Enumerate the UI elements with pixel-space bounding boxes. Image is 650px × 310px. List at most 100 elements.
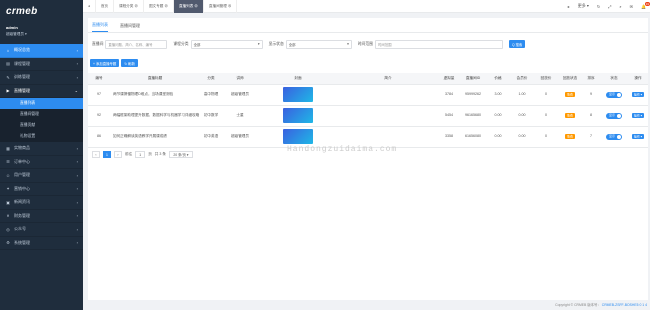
subtab[interactable]: 直播列表 bbox=[92, 22, 108, 32]
fullscreen-icon[interactable]: ⤢ bbox=[604, 4, 615, 9]
search-button[interactable]: Q 搜索 bbox=[508, 40, 526, 48]
tab-prev-arrow[interactable]: ◂ bbox=[83, 0, 96, 13]
chevron-right-icon: › bbox=[76, 213, 78, 219]
refresh-button[interactable]: ↻ 刷新 bbox=[121, 59, 138, 67]
system-icon: ⚙ bbox=[6, 240, 10, 246]
sidebar-item-label: 实物商品 bbox=[14, 145, 30, 151]
add-live-button[interactable]: + 添加直播专题 bbox=[90, 59, 120, 67]
subtab[interactable]: 直播间管理 bbox=[120, 23, 140, 32]
sidebar-subitem[interactable]: 直播列表 bbox=[0, 98, 83, 109]
status-toggle[interactable]: 显示 bbox=[605, 91, 622, 98]
cover-cell bbox=[258, 84, 338, 106]
tab-next-arrow[interactable]: ▸ bbox=[564, 4, 574, 9]
cell-category: 初中数学 bbox=[200, 105, 222, 127]
sidebar-item-system[interactable]: ⚙ 系统管理 › bbox=[0, 237, 83, 250]
cell-price: 3.00 bbox=[486, 84, 510, 106]
sidebar-item-label: 系统管理 bbox=[14, 239, 30, 245]
top-tab[interactable]: 图文专题 ⊗ bbox=[144, 0, 174, 13]
sidebar-item-goods[interactable]: ▦ 实物商品 › bbox=[0, 142, 83, 156]
user-panel[interactable]: admin 超级管理员 ▾ bbox=[0, 22, 83, 44]
room-search-input[interactable]: 直播问题、简介、名称、编号 bbox=[105, 39, 168, 49]
operation-cell: 操作 ▾ bbox=[628, 84, 648, 106]
sidebar-item-user[interactable]: ☺ 用户管理 › bbox=[0, 169, 83, 183]
sidebar-subitem[interactable]: 直播间管理 bbox=[0, 109, 83, 120]
account-icon: ◎ bbox=[6, 226, 10, 232]
top-tab[interactable]: 直播间管理 ⊗ bbox=[204, 0, 238, 13]
operation-dropdown-button[interactable]: 操作 ▾ bbox=[631, 91, 645, 97]
sidebar-item-live[interactable]: ▶ 直播管理 ⌄ bbox=[0, 84, 83, 98]
cover-image bbox=[283, 87, 313, 102]
toggle-knob bbox=[617, 113, 621, 118]
goods-icon: ▦ bbox=[6, 145, 10, 151]
time-range-input[interactable]: 时间范围 bbox=[374, 39, 503, 49]
cell-teacher: 超级管理员 bbox=[222, 84, 258, 106]
replay-status-cell: 免费 bbox=[558, 105, 582, 127]
more-tabs-dropdown[interactable]: 更多 ▾ bbox=[574, 3, 593, 9]
category-select[interactable]: 全部 ▾ bbox=[190, 39, 263, 49]
table-header: 直播间ID bbox=[460, 73, 486, 85]
cell-sort: 8 bbox=[582, 105, 600, 127]
operation-cell: 操作 ▾ bbox=[628, 126, 648, 148]
top-tab[interactable]: 直播列表 ⊗ bbox=[173, 0, 204, 13]
status-toggle[interactable]: 显示 bbox=[605, 112, 622, 119]
refresh-icon[interactable]: ↻ bbox=[593, 4, 604, 9]
page-button[interactable]: 1 bbox=[103, 151, 111, 158]
user-role[interactable]: 超级管理员 ▾ bbox=[6, 32, 77, 37]
top-tab[interactable]: 课程分类 ⊗ bbox=[114, 0, 144, 13]
course-icon: ▤ bbox=[6, 61, 10, 67]
chevron-right-icon: › bbox=[76, 74, 78, 80]
sidebar-item-order[interactable]: ☰ 订单中心 › bbox=[0, 156, 83, 169]
marketing-icon: ✦ bbox=[6, 186, 10, 192]
status-toggle[interactable]: 显示 bbox=[605, 133, 622, 140]
total-count: 共 3 条 bbox=[154, 152, 166, 156]
footer-version-link[interactable]: CRMEB-ZSFF-BOSHE5 0 1 4 bbox=[602, 303, 647, 307]
sidebar-item-finance[interactable]: ¥ 财务管理 › bbox=[0, 210, 83, 223]
table-row: 86 如何正确解读英语教学开展课成绩 初中英语 超级管理员 3358 61656080 0.… bbox=[88, 126, 648, 148]
operation-dropdown-button[interactable]: 操作 ▾ bbox=[631, 112, 645, 118]
chevron-down-icon: ▾ bbox=[347, 42, 349, 46]
sidebar-item-marketing[interactable]: ✦ 营销中心 › bbox=[0, 183, 83, 196]
status-select[interactable]: 全部 ▾ bbox=[285, 39, 352, 49]
main-content: 直播列表 直播间管理 直播间 直播问题、简介、名称、编号 课程分类 全部 ▾ 显示状… bbox=[88, 18, 648, 300]
cell-category: 初中英语 bbox=[200, 126, 222, 148]
search-icon[interactable]: ⌕ bbox=[615, 4, 625, 9]
page-size-select[interactable]: 20 条/页 ▾ bbox=[168, 151, 193, 158]
chevron-right-icon: › bbox=[76, 145, 78, 151]
cell-id: 86 bbox=[88, 126, 110, 148]
live-table: 编号 直播标题 分类 讲师 封面 简介 虚拟量 直播间ID 价格 会员价 回放价 回放状态 排序 状态 操作… bbox=[88, 73, 648, 148]
table-header: 分类 bbox=[200, 73, 222, 85]
notification-bell-icon[interactable]: 🔔 19 bbox=[637, 1, 650, 9]
sidebar-subitem[interactable]: 直播贡献 bbox=[0, 120, 83, 131]
goto-page-input[interactable]: 1 bbox=[135, 151, 146, 158]
page-unit: 页 bbox=[148, 152, 152, 156]
cell-room: 61656080 bbox=[460, 126, 486, 148]
cell-member: 1.00 bbox=[510, 84, 534, 106]
prev-page-button[interactable]: ‹ bbox=[92, 151, 100, 158]
sidebar-item-account[interactable]: ◎ 公众号 › bbox=[0, 223, 83, 237]
table-header: 价格 bbox=[486, 73, 510, 85]
sidebar-subitem[interactable]: 礼物设置 bbox=[0, 131, 83, 142]
sidebar-item-label: 概况总览 bbox=[14, 47, 30, 53]
cell-sort: 9 bbox=[582, 84, 600, 106]
chevron-right-icon: › bbox=[76, 199, 78, 205]
message-icon[interactable]: ✉ bbox=[626, 4, 637, 9]
chevron-right-icon: ⌄ bbox=[74, 88, 78, 94]
cell-price: 0.00 bbox=[486, 105, 510, 127]
footer: Copyright © CRMEB 版本号： CRMEB-ZSFF-BOSHE5… bbox=[83, 302, 650, 310]
chevron-right-icon: › bbox=[76, 186, 78, 192]
category-filter-label: 课程分类 bbox=[173, 41, 189, 46]
operation-dropdown-button[interactable]: 操作 ▾ bbox=[631, 133, 645, 139]
goto-label: 前往 bbox=[125, 152, 133, 156]
table-header: 操作 bbox=[628, 73, 648, 85]
next-page-button[interactable]: › bbox=[114, 151, 122, 158]
cover-cell bbox=[258, 126, 338, 148]
sidebar-item-news[interactable]: ▣ 新闻资讯 › bbox=[0, 196, 83, 210]
sidebar-item-exam[interactable]: ✎ 训练管理 › bbox=[0, 71, 83, 85]
chevron-down-icon: ▾ bbox=[257, 42, 260, 46]
toggle-knob bbox=[617, 134, 621, 139]
sidebar-item-course[interactable]: ▤ 课程管理 › bbox=[0, 58, 83, 71]
sidebar-item-home[interactable]: ⌂ 概况总览 › bbox=[0, 44, 83, 58]
top-tab[interactable]: 首页 bbox=[96, 0, 114, 13]
cover-cell bbox=[258, 105, 338, 127]
table-header: 会员价 bbox=[510, 73, 534, 85]
